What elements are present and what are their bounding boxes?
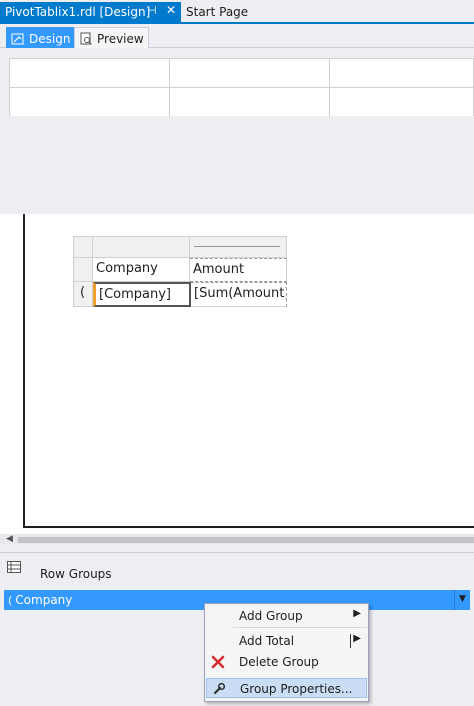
data-cell-company[interactable]: [Company] (93, 282, 191, 307)
tab-preview[interactable]: Preview (74, 27, 149, 48)
report-header-area (0, 116, 474, 214)
tablix-row-group-handle[interactable]: ( (73, 282, 93, 307)
menu-item-label: Group Properties... (240, 682, 353, 696)
doc-tab-pivottablix[interactable]: PivotTablix1.rdl [Design] ⊣ ✕ (0, 2, 181, 22)
pin-icon[interactable]: ⊣ (147, 4, 157, 17)
group-dropdown-button[interactable]: ▼ (454, 590, 470, 610)
group-context-menu: Add Group ▶ Add Total ▶ Delete Group Gro… (204, 603, 369, 702)
tab-design-label: Design (29, 31, 71, 46)
tab-preview-label: Preview (97, 32, 144, 46)
menu-item-label: Add Total (239, 634, 295, 648)
menu-item-label: Delete Group (239, 655, 319, 669)
canvas-left-border (23, 214, 25, 527)
submenu-arrow-icon: ▶ (353, 633, 361, 644)
tablix-row-handle[interactable] (73, 258, 93, 282)
header-cell-amount[interactable]: Amount (190, 258, 287, 282)
horizontal-scrollbar[interactable]: ◀ (0, 534, 474, 544)
scroll-left-icon[interactable]: ◀ (6, 534, 13, 544)
menu-item-label: Add Group (239, 609, 303, 623)
canvas-bottom-border (23, 526, 474, 528)
grid-cell (9, 59, 170, 88)
header-cell-company[interactable]: Company (93, 258, 190, 282)
design-icon (11, 33, 24, 44)
view-tabs: Design Preview (0, 24, 474, 48)
grid-cell (9, 88, 170, 117)
doc-tab-start-page[interactable]: Start Page (186, 5, 248, 19)
menu-item-group-properties[interactable]: Group Properties... (206, 678, 367, 698)
scrollbar-thumb[interactable] (18, 537, 474, 543)
delete-icon (211, 655, 225, 669)
dataset-grid (9, 58, 474, 117)
grid-cell (170, 88, 330, 117)
menu-item-delete-group[interactable]: Delete Group (206, 652, 367, 672)
group-name: Company (15, 593, 73, 607)
column-group-line (194, 246, 280, 247)
row-group-bracket: ( (80, 285, 86, 300)
split-divider (350, 634, 351, 648)
group-bracket: ( (8, 594, 13, 607)
grid-cell (330, 88, 474, 117)
grid-cell (170, 59, 330, 88)
wrench-icon (213, 682, 226, 695)
tablix[interactable]: Company Amount ( [Company] [Sum(Amount)] (73, 236, 287, 307)
row-groups-label: Row Groups (40, 567, 112, 581)
menu-item-add-total[interactable]: Add Total ▶ (206, 631, 367, 651)
menu-separator (233, 627, 367, 628)
doc-tab-title: PivotTablix1.rdl [Design] (5, 5, 151, 19)
tablix-column-group-handle[interactable] (190, 236, 287, 258)
tab-design[interactable]: Design (6, 27, 76, 48)
grid-cell (330, 59, 474, 88)
preview-icon (80, 32, 92, 45)
data-cell-amount[interactable]: [Sum(Amount)] (191, 282, 287, 307)
close-icon[interactable]: ✕ (166, 3, 176, 17)
tablix-column-handle[interactable] (93, 236, 190, 258)
submenu-arrow-icon: ▶ (353, 608, 361, 619)
row-groups-icon (7, 561, 21, 573)
menu-item-add-group[interactable]: Add Group ▶ (206, 606, 367, 626)
document-tab-bar: PivotTablix1.rdl [Design] ⊣ ✕ Start Page (0, 0, 474, 24)
tablix-corner-handle[interactable] (73, 236, 93, 258)
